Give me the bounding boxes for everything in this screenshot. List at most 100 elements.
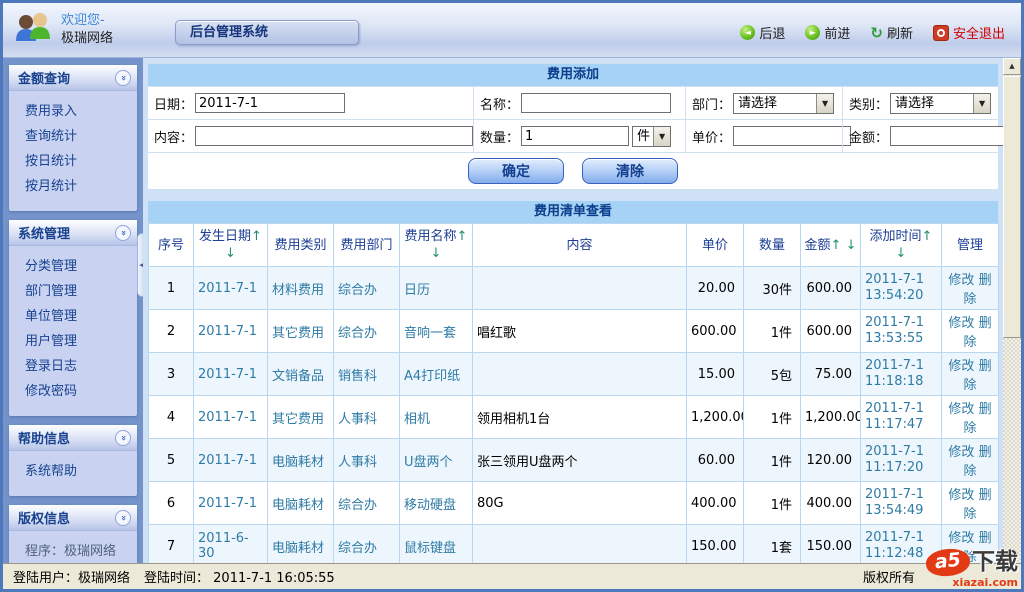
qty-label: 数量： [480, 127, 519, 146]
sort-asc-icon[interactable]: ↑ [457, 229, 468, 244]
expense-add-form: 日期： 名称： 部门： 请选择 ▼ 类别： 请选择 [148, 86, 998, 152]
sort-desc-icon[interactable]: ↓ [896, 246, 907, 261]
collapse-chevron-icon[interactable]: » [115, 430, 131, 446]
sidebar-group-0: 金额查询 » 费用录入查询统计按日统计按月统计 [9, 65, 137, 211]
table-cell [473, 525, 687, 568]
table-cell: 其它费用 [268, 396, 334, 439]
expense-add-panel: 费用添加 日期： 名称： 部门： 请选择 ▼ [148, 64, 998, 189]
manage-cell: 修改 删除 [942, 482, 999, 525]
table-cell: 600.00 [801, 310, 861, 353]
admin-window: 欢迎您- 极瑞网络 后台管理系统 ◄ 后退 ► 前进 ↻ 刷新 安全退出 金额查… [0, 0, 1024, 592]
table-body: 12011-7-1材料费用综合办日历20.0030件600.002011-7-1… [149, 267, 999, 592]
header-bar: 欢迎您- 极瑞网络 后台管理系统 ◄ 后退 ► 前进 ↻ 刷新 安全退出 [3, 3, 1021, 58]
amount-input[interactable] [890, 126, 1008, 146]
sidebar: 金额查询 » 费用录入查询统计按日统计按月统计系统管理 » 分类管理部门管理单位管理用户… [3, 58, 143, 563]
table-cell: 1 [149, 267, 194, 310]
back-button[interactable]: ◄ 后退 [740, 23, 785, 42]
table-cell: 150.00 [801, 525, 861, 568]
collapse-chevron-icon[interactable]: » [115, 225, 131, 241]
sort-desc-icon[interactable]: ↓ [841, 238, 856, 253]
sidebar-item[interactable]: 按月统计 [25, 174, 137, 199]
sidebar-group-title: 金额查询 [18, 68, 70, 87]
sidebar-group-header[interactable]: 金额查询 » [9, 65, 137, 91]
main-content: 费用添加 日期： 名称： 部门： 请选择 ▼ [143, 58, 1003, 563]
table-cell: 其它费用 [268, 310, 334, 353]
column-header[interactable]: 添加时间↑ ↓ [861, 224, 942, 267]
date-input[interactable] [195, 93, 345, 113]
table-cell: 4 [149, 396, 194, 439]
manage-cell: 修改 删除 [942, 310, 999, 353]
sidebar-group-header[interactable]: 版权信息» [9, 505, 137, 531]
edit-link[interactable]: 修改 [948, 316, 974, 331]
sidebar-group-title: 系统管理 [18, 223, 70, 242]
expense-add-title: 费用添加 [148, 64, 998, 86]
table-cell [473, 267, 687, 310]
unit-select[interactable]: 件 ▼ [632, 126, 671, 147]
ok-button[interactable]: 确定 [468, 158, 564, 184]
status-bar: 登陆用户：极瑞网络 登陆时间： 2011-7-1 16:05:55 版权所有 [3, 563, 1021, 589]
edit-link[interactable]: 修改 [948, 402, 974, 417]
sidebar-group-header[interactable]: 帮助信息» [9, 425, 137, 451]
edit-link[interactable]: 修改 [948, 531, 974, 546]
edit-link[interactable]: 修改 [948, 273, 974, 288]
table-cell: 张三领用U盘两个 [473, 439, 687, 482]
sidebar-item[interactable]: 查询统计 [25, 124, 137, 149]
type-label: 类别： [849, 94, 888, 113]
table-cell: 30件 [744, 267, 801, 310]
name-input[interactable] [521, 93, 671, 113]
sidebar-item[interactable]: 登录日志 [25, 354, 137, 379]
sidebar-item[interactable]: 费用录入 [25, 99, 137, 124]
table-cell: 600.00 [801, 267, 861, 310]
scroll-up-icon[interactable]: ▲ [1003, 58, 1021, 75]
refresh-button[interactable]: ↻ 刷新 [870, 23, 913, 42]
sort-asc-icon[interactable]: ↑ [251, 229, 262, 244]
sidebar-group-header[interactable]: 系统管理 » [9, 220, 137, 246]
column-header[interactable]: 发生日期↑↓ [194, 224, 268, 267]
column-header[interactable]: 费用名称↑↓ [400, 224, 473, 267]
a5-logo-icon: a5 [925, 547, 972, 578]
column-header[interactable]: 金额↑ ↓ [801, 224, 861, 267]
sidebar-item[interactable]: 系统帮助 [25, 459, 137, 484]
table-cell: 5包 [744, 353, 801, 396]
sort-desc-icon[interactable]: ↓ [225, 246, 236, 261]
logout-button[interactable]: 安全退出 [933, 23, 1005, 42]
vertical-scrollbar[interactable]: ▲ [1003, 58, 1021, 563]
table-cell: 600.00 [687, 310, 744, 353]
chevron-down-icon: ▼ [653, 127, 670, 146]
sidebar-item[interactable]: 按日统计 [25, 149, 137, 174]
table-row: 62011-7-1电脑耗材综合办移动硬盘80G400.001件400.00201… [149, 482, 999, 525]
app-title-tab[interactable]: 后台管理系统 [175, 20, 359, 45]
table-cell: 5 [149, 439, 194, 482]
dept-select[interactable]: 请选择 ▼ [733, 93, 834, 114]
added-time-cell: 2011-7-113:53:55 [861, 310, 942, 353]
column-header: 费用部门 [334, 224, 400, 267]
edit-link[interactable]: 修改 [948, 488, 974, 503]
expense-list-title: 费用清单查看 [148, 201, 998, 223]
table-cell: 综合办 [334, 525, 400, 568]
forward-button[interactable]: ► 前进 [805, 23, 850, 42]
type-select[interactable]: 请选择 ▼ [890, 93, 991, 114]
table-row: 32011-7-1文销备品销售科A4打印纸15.005包75.002011-7-… [149, 353, 999, 396]
sidebar-item[interactable]: 单位管理 [25, 304, 137, 329]
content-input[interactable] [195, 126, 473, 146]
sort-desc-icon[interactable]: ↓ [431, 246, 442, 261]
table-cell: 1套 [744, 525, 801, 568]
name-label: 名称： [480, 94, 519, 113]
edit-link[interactable]: 修改 [948, 445, 974, 460]
price-input[interactable] [733, 126, 851, 146]
added-time-cell: 2011-7-111:18:18 [861, 353, 942, 396]
scrollbar-thumb[interactable] [1003, 76, 1021, 338]
qty-input[interactable] [521, 126, 629, 146]
sidebar-item[interactable]: 用户管理 [25, 329, 137, 354]
sidebar-item[interactable]: 修改密码 [25, 379, 137, 404]
price-label: 单价： [692, 127, 731, 146]
collapse-chevron-icon[interactable]: » [115, 70, 131, 86]
collapse-chevron-icon[interactable]: » [115, 510, 131, 526]
sidebar-item[interactable]: 分类管理 [25, 254, 137, 279]
table-cell: 80G [473, 482, 687, 525]
edit-link[interactable]: 修改 [948, 359, 974, 374]
sidebar-item[interactable]: 部门管理 [25, 279, 137, 304]
sort-asc-icon[interactable]: ↑ [922, 229, 933, 244]
sort-asc-icon[interactable]: ↑ [831, 238, 842, 253]
clear-button[interactable]: 清除 [582, 158, 678, 184]
